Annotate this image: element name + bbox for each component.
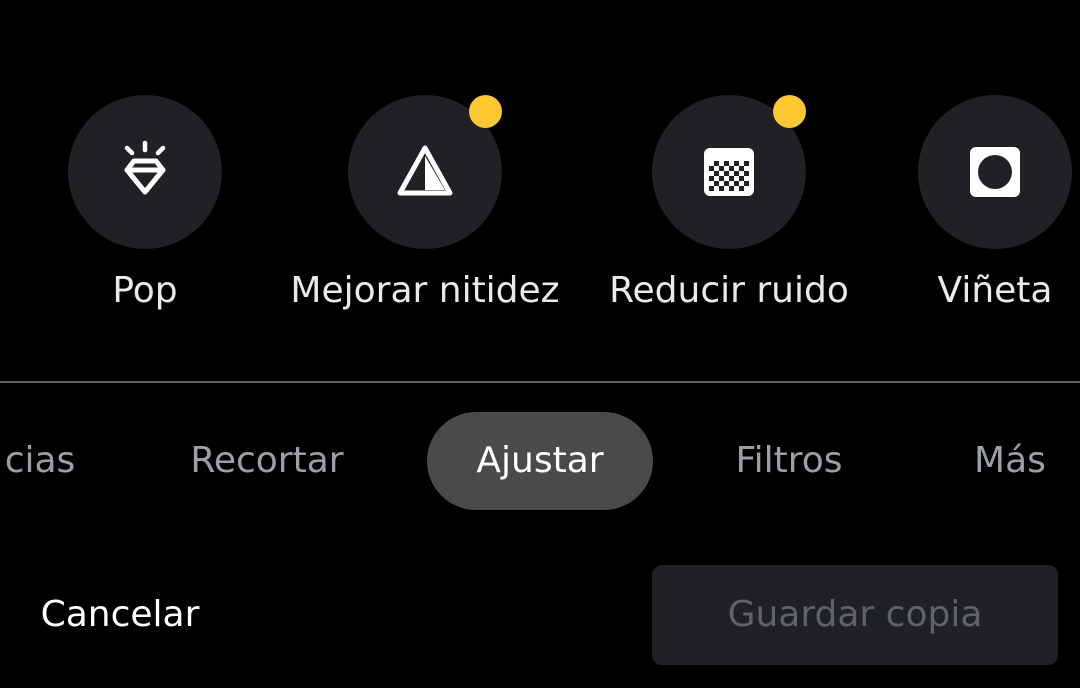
divider xyxy=(0,381,1080,383)
tab-ajustar[interactable]: Ajustar xyxy=(427,412,653,510)
vignette-icon xyxy=(970,147,1020,197)
tab-recortar[interactable]: Recortar xyxy=(172,412,362,510)
tool-label-vignette: Viñeta xyxy=(937,270,1053,311)
new-badge-denoise xyxy=(773,95,806,128)
tab-sugerencias[interactable]: cias xyxy=(0,412,120,510)
save-copy-button[interactable]: Guardar copia xyxy=(652,565,1058,665)
sharpen-triangle-icon xyxy=(397,145,453,196)
diamond-sparkle-icon xyxy=(124,140,166,195)
tool-label-sharpen: Mejorar nitidez xyxy=(290,270,560,311)
tool-vignette-button[interactable] xyxy=(918,95,1072,249)
tab-filtros[interactable]: Filtros xyxy=(714,412,864,510)
tool-pop-button[interactable] xyxy=(68,95,222,249)
new-badge-sharpen xyxy=(469,95,502,128)
tab-mas[interactable]: Más xyxy=(955,412,1065,510)
cancel-button[interactable]: Cancelar xyxy=(20,565,220,665)
denoise-grid-icon xyxy=(704,148,754,196)
tool-label-pop: Pop xyxy=(112,270,178,311)
